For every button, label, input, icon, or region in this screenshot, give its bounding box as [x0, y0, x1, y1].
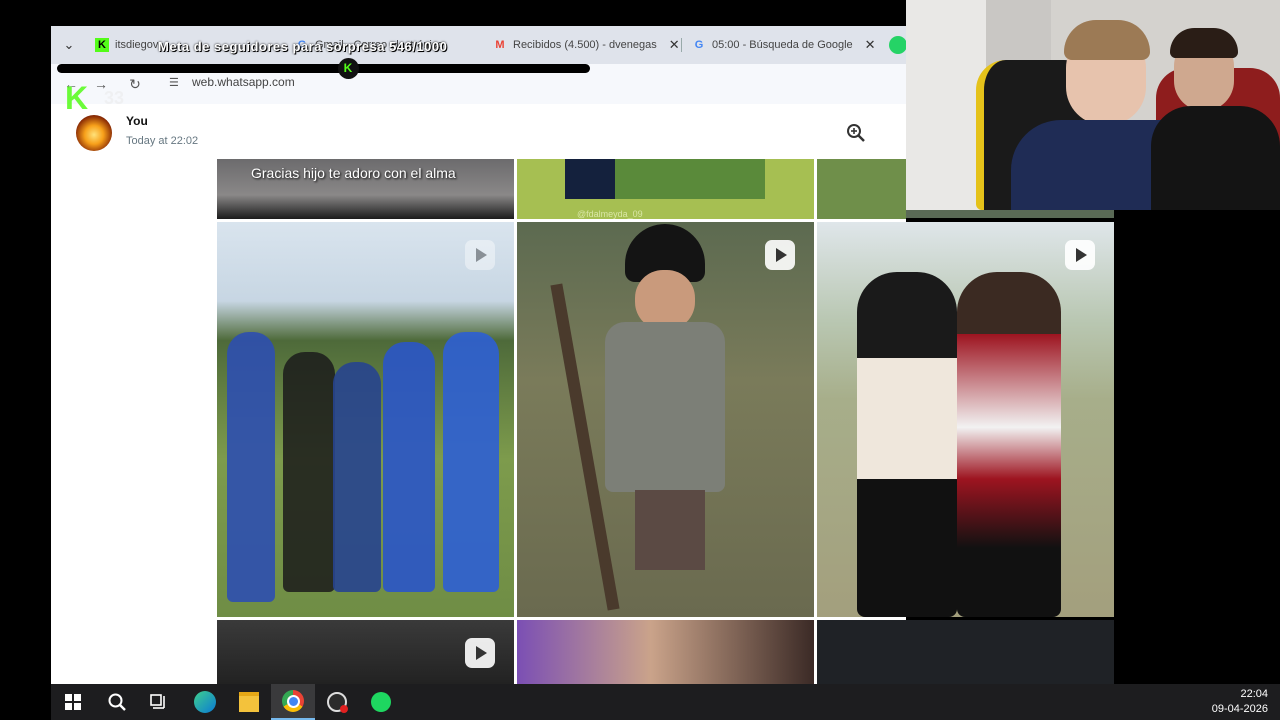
child-pants [635, 490, 705, 570]
player-figure [443, 332, 499, 592]
webcam-border [906, 210, 1114, 218]
child-jacket [605, 322, 725, 492]
person-figure [857, 272, 957, 617]
media-watermark: @fdalmeyda_09 [577, 209, 643, 219]
kick-logo-icon: K [65, 80, 89, 116]
media-tile-green[interactable]: @fdalmeyda_09 [517, 159, 814, 219]
player-figure [333, 362, 381, 592]
guest-shirt [1151, 106, 1280, 210]
media-thumbnail [565, 159, 765, 199]
child-face [635, 270, 695, 330]
play-icon[interactable] [765, 240, 795, 270]
task-view-icon[interactable] [137, 684, 181, 720]
url-field[interactable]: web.whatsapp.com [192, 75, 295, 89]
site-settings-icon[interactable]: ☰ [169, 76, 179, 89]
media-tile-child[interactable] [517, 222, 814, 617]
whatsapp-icon[interactable] [889, 36, 906, 54]
spotify-icon[interactable] [359, 684, 403, 720]
player-figure [283, 352, 335, 592]
guest-hair [1170, 28, 1238, 58]
player-figure [383, 342, 435, 592]
media-tile-bottom-right[interactable] [817, 620, 1114, 684]
follower-goal-text: Meta de seguidores para sorpresa 546/100… [158, 39, 448, 54]
zoom-in-icon[interactable] [845, 122, 867, 144]
media-tile-caption[interactable]: Gracias hijo te adoro con el alma [217, 159, 514, 219]
clock-time[interactable]: 22:04 [1240, 688, 1268, 700]
tab-divider [681, 38, 682, 52]
reload-icon[interactable]: ↻ [125, 74, 145, 94]
search-icon[interactable] [95, 684, 139, 720]
streamer-hair [1064, 20, 1150, 60]
file-explorer-icon[interactable] [227, 684, 271, 720]
kick-icon: K [337, 58, 359, 79]
close-icon[interactable]: ✕ [669, 37, 680, 53]
media-caption: Gracias hijo te adoro con el alma [251, 165, 456, 181]
edge-icon[interactable] [183, 684, 227, 720]
taskbar: 22:04 09-04-2026 [51, 684, 1280, 720]
webcam-feed [906, 0, 1280, 210]
tab-google-search[interactable]: G 05:00 - Búsqueda de Google ✕ [692, 32, 876, 58]
close-icon[interactable]: ✕ [865, 37, 876, 53]
avatar[interactable] [76, 115, 112, 151]
media-viewer-header [51, 104, 906, 160]
follower-goal-bar [57, 64, 590, 73]
kick-icon: K [95, 38, 109, 52]
media-tile-bottom-mid[interactable] [517, 620, 814, 684]
person-figure [957, 272, 1061, 617]
sent-timestamp: Today at 22:02 [126, 135, 199, 147]
door [906, 0, 986, 210]
windows-start-icon[interactable] [51, 684, 95, 720]
google-icon: G [694, 39, 704, 51]
media-tile-two-girls[interactable] [817, 222, 1114, 617]
media-tile-bottom-left[interactable] [217, 620, 514, 684]
tab-gmail[interactable]: M Recibidos (4.500) - dvenegas ✕ [493, 32, 680, 58]
sender-name: You [126, 114, 148, 128]
tab-label: 05:00 - Búsqueda de Google [712, 39, 853, 51]
media-tile-partial[interactable] [817, 159, 906, 219]
tab-label: itsdiegov [115, 39, 159, 51]
media-tile-football-team[interactable] [217, 222, 514, 617]
clock-date[interactable]: 09-04-2026 [1212, 703, 1268, 715]
chrome-icon[interactable] [271, 684, 315, 720]
kick-counter: 33 [104, 88, 125, 108]
play-icon[interactable] [465, 240, 495, 270]
tab-kick[interactable]: K itsdiegov [95, 32, 158, 58]
player-figure [227, 332, 275, 602]
tab-search-chevron-icon[interactable]: ⌄ [59, 35, 79, 55]
obs-icon[interactable] [315, 684, 359, 720]
tab-label: Recibidos (4.500) - dvenegas [513, 39, 657, 51]
play-icon[interactable] [465, 638, 495, 668]
gmail-icon: M [495, 39, 505, 51]
play-icon[interactable] [1065, 240, 1095, 270]
